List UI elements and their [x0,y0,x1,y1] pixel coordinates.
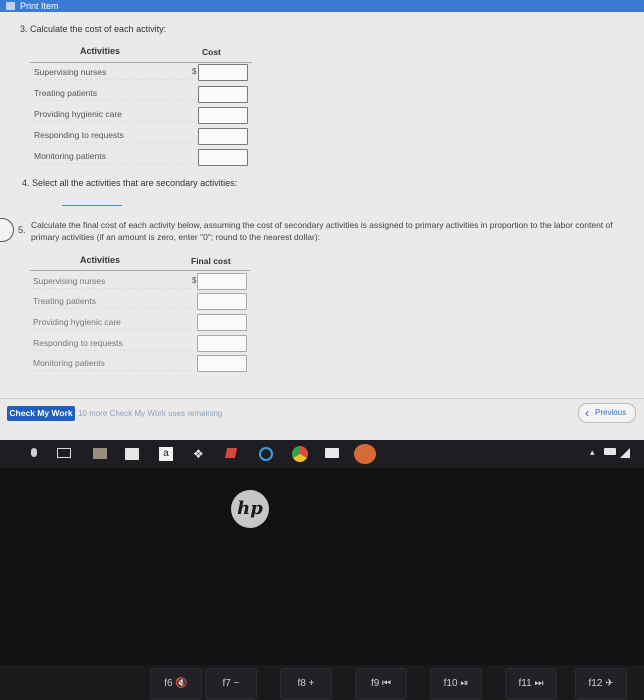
f12-airplane-key[interactable]: f12 ✈ [575,668,627,700]
chevron-up-icon[interactable]: ▴ [590,448,600,457]
q3-row-label: Monitoring patients [34,151,194,164]
check-uses-remaining: 10 more Check My Work uses remaining [78,409,223,418]
question-5-number: 5. [18,225,26,235]
q5-final-input-monitoring[interactable] [197,355,247,372]
q5-row-label: Treating patients [33,296,191,309]
q3-col-activities: Activities [80,46,121,56]
q5-currency: $ [192,276,197,285]
chrome-icon[interactable] [292,446,308,462]
window-titlebar: Print Item [0,0,644,12]
edge-icon[interactable] [259,447,273,461]
q3-row-label: Supervising nurses [34,67,194,80]
q3-col-cost: Cost [202,47,221,57]
q3-cost-input-treating[interactable] [198,86,248,103]
q5-col-final-cost: Final cost [191,256,231,266]
dropbox-icon[interactable]: ❖ [193,448,207,460]
f11-label: f11 [518,678,532,689]
q5-final-input-responding[interactable] [197,335,247,352]
wifi-icon[interactable] [620,448,630,458]
firefox-icon[interactable] [354,444,376,464]
q3-cost-input-responding[interactable] [198,128,248,145]
q5-final-input-treating[interactable] [197,293,247,310]
q5-row-label: Responding to requests [33,338,191,351]
q5-final-input-hygienic[interactable] [197,314,247,331]
question-5-prompt: Calculate the final cost of each activit… [31,220,613,242]
file-explorer-icon[interactable] [93,448,107,459]
q3-cost-input-supervising[interactable] [198,64,248,81]
f8-volume-up-key[interactable]: f8 + [280,668,332,700]
store-icon[interactable] [125,448,139,460]
secondary-activities-select[interactable] [62,205,122,206]
f6-label: f6 [164,678,173,689]
q5-row-label: Providing hygienic care [33,317,191,330]
battery-icon[interactable] [604,448,616,455]
question-4-prompt: 4. Select all the activities that are se… [22,178,238,188]
q5-final-input-supervising[interactable] [197,273,247,290]
windows-taskbar: a ❖ ▴ [0,440,644,468]
question-3-prompt: 3. Calculate the cost of each activity: [20,24,167,34]
f10-label: f10 [443,678,458,689]
window-title: Print Item [20,1,59,11]
q3-cost-input-monitoring[interactable] [198,149,248,166]
f9-previous-track-key[interactable]: f9 ⏮ [355,668,407,700]
q3-header-rule [30,62,252,63]
f10-play-pause-key[interactable]: f10 ⏯ [430,668,482,700]
f6-mute-key[interactable]: f6 🔇 [150,668,202,700]
question-5-badge [0,218,14,242]
footer-divider [0,398,644,399]
mail-icon[interactable] [325,448,339,458]
f9-label: f9 [370,678,380,689]
previous-button[interactable]: ‹ Previous [578,403,636,423]
mic-icon[interactable] [31,448,37,457]
chevron-left-icon: ‹ [585,406,589,420]
print-icon [6,2,15,10]
amazon-icon[interactable]: a [159,447,173,461]
previous-label: Previous [595,408,627,417]
q3-currency: $ [192,67,197,76]
q5-col-activities: Activities [80,255,121,265]
screen: Print Item 3. Calculate the cost of each… [0,0,644,440]
f12-label: f12 [588,678,603,689]
q5-row-label: Monitoring patients [33,358,191,371]
f8-label: f8 [297,678,306,689]
onenote-icon[interactable] [224,448,238,458]
q5-row-label: Supervising nurses [33,276,191,289]
check-my-work-button[interactable]: Check My Work [7,406,75,421]
q3-row-label: Providing hygienic care [34,109,194,122]
q5-header-rule [30,270,250,271]
task-view-icon[interactable] [57,448,71,458]
q3-cost-input-hygienic[interactable] [198,107,248,124]
hp-logo: hp [231,490,269,528]
f7-volume-down-key[interactable]: f7 − [205,668,257,700]
q3-row-label: Treating patients [34,88,194,101]
q3-row-label: Responding to requests [34,130,194,143]
f7-label: f7 [222,678,231,689]
f11-next-track-key[interactable]: f11 ⏭ [505,668,557,700]
